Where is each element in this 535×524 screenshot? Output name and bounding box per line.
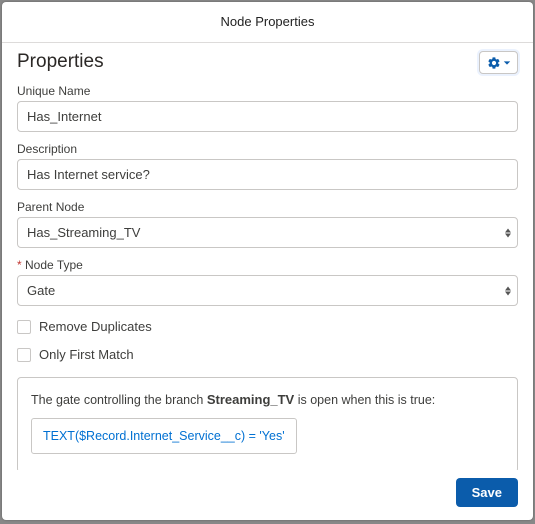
modal-title: Node Properties [2, 2, 533, 43]
parent-node-field: Parent Node Has_Streaming_TV [17, 200, 518, 248]
settings-button[interactable] [479, 51, 518, 74]
only-first-match-label: Only First Match [39, 347, 134, 362]
remove-duplicates-row: Remove Duplicates [17, 319, 518, 334]
condition-description: The gate controlling the branch Streamin… [31, 392, 504, 407]
gear-icon [487, 56, 501, 70]
unique-name-field: Unique Name [17, 84, 518, 132]
description-label: Description [17, 142, 518, 156]
modal-footer: Save [2, 470, 533, 520]
parent-node-label: Parent Node [17, 200, 518, 214]
unique-name-input[interactable] [17, 101, 518, 132]
condition-panel: The gate controlling the branch Streamin… [17, 377, 518, 470]
modal-body: Properties Unique Name Description Pare [2, 43, 533, 470]
expression-input[interactable]: TEXT($Record.Internet_Service__c) = 'Yes… [31, 418, 297, 454]
node-type-label: Node Type [17, 258, 518, 272]
node-type-select[interactable]: Gate [17, 275, 518, 306]
node-properties-modal: Node Properties Properties Unique Name D… [2, 2, 533, 520]
chevron-down-icon [503, 59, 511, 67]
section-header: Properties [17, 51, 518, 74]
section-title: Properties [17, 51, 104, 73]
condition-pre: The gate controlling the branch [31, 393, 207, 407]
node-type-field: Node Type Gate [17, 258, 518, 306]
save-button[interactable]: Save [456, 478, 518, 507]
remove-duplicates-label: Remove Duplicates [39, 319, 152, 334]
only-first-match-row: Only First Match [17, 347, 518, 362]
parent-node-select[interactable]: Has_Streaming_TV [17, 217, 518, 248]
unique-name-label: Unique Name [17, 84, 518, 98]
expression-text: TEXT($Record.Internet_Service__c) = 'Yes… [43, 429, 285, 443]
condition-branch: Streaming_TV [207, 392, 294, 407]
condition-post: is open when this is true: [294, 393, 435, 407]
remove-duplicates-checkbox[interactable] [17, 320, 31, 334]
description-field: Description [17, 142, 518, 190]
only-first-match-checkbox[interactable] [17, 348, 31, 362]
description-input[interactable] [17, 159, 518, 190]
